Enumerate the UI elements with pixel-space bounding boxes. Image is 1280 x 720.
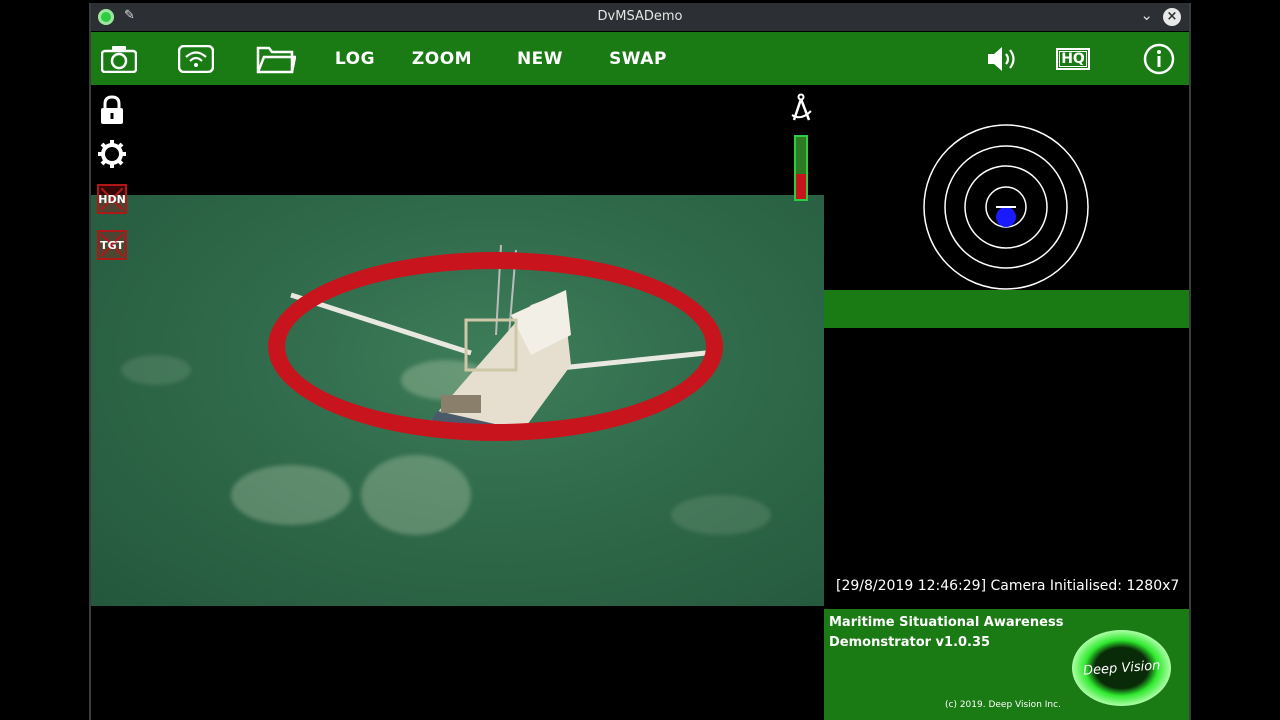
info-button[interactable] (1141, 32, 1177, 85)
signal-level-bar (794, 135, 808, 201)
status-message: [29/8/2019 12:46:29] Camera Initialised:… (836, 578, 1180, 594)
close-icon[interactable]: × (1163, 8, 1181, 26)
swap-label: SWAP (609, 48, 667, 69)
compass-button[interactable] (790, 93, 814, 127)
hdn-disabled-box: HDN (97, 184, 127, 214)
radar-target-blip (996, 207, 1016, 227)
target-tracking-ellipse (268, 252, 723, 441)
tgt-disabled-box: TGT (97, 230, 127, 260)
camera-icon (101, 45, 137, 73)
new-label: NEW (516, 48, 564, 69)
lock-button[interactable] (97, 95, 127, 125)
hq-badge: HQ (1056, 47, 1090, 70)
wake-foam (121, 355, 191, 385)
speaker-icon (988, 46, 1015, 71)
app-title-line2: Demonstrator v1.0.35 (829, 635, 991, 650)
zoom-label: ZOOM (411, 48, 473, 69)
tgt-label: TGT (100, 238, 124, 252)
right-panel: [29/8/2019 12:46:29] Camera Initialised:… (824, 85, 1189, 720)
camera-image (91, 195, 824, 606)
wake-foam (361, 455, 471, 535)
title-bar: ✎ DvMSADemo ⌄ × (91, 3, 1189, 31)
log-label: LOG (334, 48, 376, 69)
swap-button[interactable]: SWAP (605, 32, 671, 85)
wifi-button[interactable] (176, 32, 216, 85)
logo-text: Deep Vision (1082, 657, 1161, 679)
gear-icon (98, 140, 126, 168)
minimize-icon[interactable]: ⌄ (1140, 6, 1153, 24)
hdn-label: HDN (98, 192, 126, 206)
app-description: Maritime Situational Awareness Demonstra… (829, 613, 1063, 653)
window-title: DvMSADemo (597, 9, 683, 24)
tgt-toggle[interactable]: TGT (97, 230, 127, 260)
wifi-icon (178, 44, 214, 73)
status-band (824, 290, 1189, 328)
hq-button[interactable]: HQ (1055, 32, 1091, 85)
camera-button[interactable] (99, 32, 139, 85)
radar-display[interactable] (922, 123, 1090, 291)
zoom-button[interactable]: ZOOM (409, 32, 475, 85)
wake-foam (231, 465, 351, 525)
log-button[interactable]: LOG (327, 32, 383, 85)
folder-button[interactable] (255, 32, 297, 85)
app-window: ✎ DvMSADemo ⌄ × LOG ZOOM NEW SWAP HQ HDN… (89, 3, 1191, 720)
video-feed[interactable]: HDN TGT (91, 85, 824, 606)
sound-button[interactable] (984, 32, 1020, 85)
folder-icon (256, 46, 296, 73)
app-title-line1: Maritime Situational Awareness (829, 615, 1064, 630)
main-toolbar: LOG ZOOM NEW SWAP HQ (91, 32, 1189, 85)
settings-button[interactable] (97, 139, 127, 169)
deep-vision-logo: Deep Vision (1072, 630, 1171, 706)
hdn-toggle[interactable]: HDN (97, 184, 127, 214)
copyright-text: (c) 2019. Deep Vision Inc. (945, 700, 1061, 710)
new-button[interactable]: NEW (512, 32, 568, 85)
brand-panel: Maritime Situational Awareness Demonstra… (824, 609, 1189, 720)
signal-level-fill (796, 174, 806, 199)
compass-icon (791, 93, 812, 121)
hq-label: HQ (1061, 50, 1085, 67)
wake-foam (671, 495, 771, 535)
info-icon (1143, 43, 1175, 74)
lock-icon (101, 95, 123, 124)
